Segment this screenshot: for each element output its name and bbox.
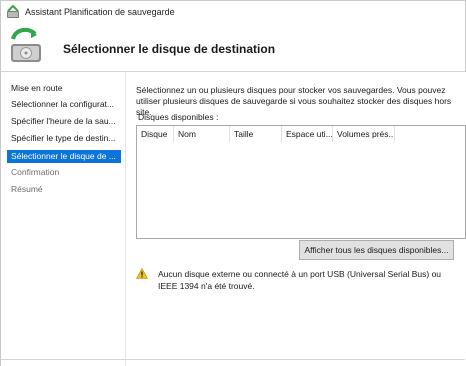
nav-step-confirmation: Confirmation — [11, 167, 60, 177]
nav-step-disque-destination[interactable]: Sélectionner le disque de ... — [7, 150, 121, 163]
available-disks-list[interactable]: Disque Nom Taille Espace uti... Volumes … — [136, 125, 466, 239]
main-panel: Sélectionnez un ou plusieurs disques pou… — [125, 72, 466, 366]
page-title: Sélectionner le disque de destination — [63, 42, 276, 56]
wizard-steps-nav: Mise en route Sélectionner la configurat… — [1, 72, 125, 366]
warning-icon — [136, 268, 148, 279]
warning-line-1: Aucun disque externe ou connecté à un po… — [158, 269, 442, 279]
show-all-disks-button[interactable]: Afficher tous les disques disponibles... — [299, 240, 454, 260]
header-banner: Sélectionner le disque de destination — [1, 23, 465, 71]
warning-line-2: IEEE 1394 n'a été trouvé. — [158, 281, 255, 291]
window-title: Assistant Planification de sauvegarde — [25, 7, 175, 17]
nav-step-mise-en-route[interactable]: Mise en route — [7, 82, 121, 95]
list-header: Disque Nom Taille Espace uti... Volumes … — [137, 126, 465, 142]
warning-message: Aucun disque externe ou connecté à un po… — [158, 268, 458, 292]
nav-step-resume: Résumé — [11, 184, 43, 194]
wizard-window: Assistant Planification de sauvegarde Sé… — [0, 0, 466, 366]
column-header-disque[interactable]: Disque — [137, 126, 174, 142]
backup-app-icon — [7, 5, 19, 18]
intro-line-1: Sélectionnez un ou plusieurs disques pou… — [136, 85, 446, 95]
column-header-nom[interactable]: Nom — [174, 126, 230, 142]
column-header-taille[interactable]: Taille — [230, 126, 282, 142]
title-bar: Assistant Planification de sauvegarde — [1, 1, 465, 23]
nav-step-type-destination[interactable]: Spécifier le type de destin... — [7, 132, 121, 145]
backup-disk-icon — [11, 27, 41, 62]
column-header-volumes-presents[interactable]: Volumes prés... — [333, 126, 395, 142]
footer-divider — [1, 359, 465, 360]
nav-step-heure-sauvegarde[interactable]: Spécifier l'heure de la sau... — [7, 115, 121, 128]
nav-step-configuration[interactable]: Sélectionner la configurat... — [7, 98, 121, 111]
column-header-espace-utilise[interactable]: Espace uti... — [282, 126, 333, 142]
available-disks-label: Disques disponibles : — [138, 112, 219, 122]
